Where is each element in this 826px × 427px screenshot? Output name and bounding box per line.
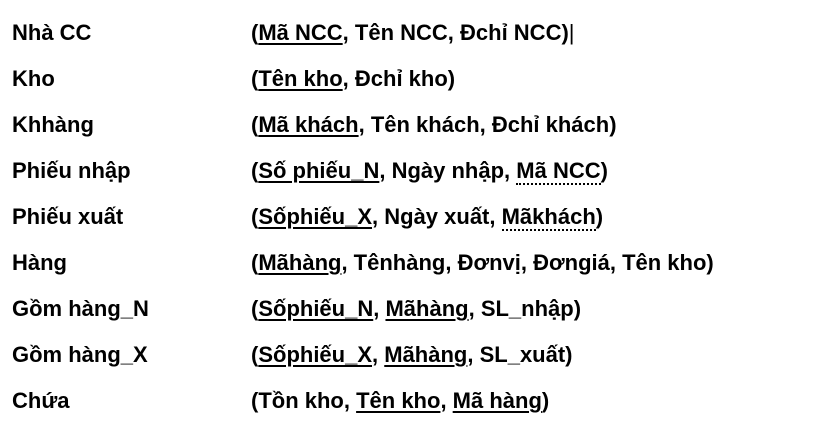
attribute-list: (Tồn kho, Tên kho, Mã hàng)	[251, 388, 549, 414]
relation-name: Phiếu xuất	[12, 204, 124, 229]
foreign-key-attribute: Mã NCC	[516, 158, 601, 185]
attribute-text: , SL_nhập)	[468, 296, 582, 321]
relation-row: Gồm hàng_N (Sốphiếu_N, Mãhàng, SL_nhập)	[0, 296, 826, 334]
relation-row: Chứa (Tồn kho, Tên kho, Mã hàng)	[0, 388, 826, 426]
relation-name: Hàng	[12, 250, 67, 275]
primary-key-attribute: Mãhàng	[384, 342, 468, 367]
attribute-list: (Sốphiếu_N, Mãhàng, SL_nhập)	[251, 296, 581, 322]
attribute-text: ,	[440, 388, 453, 413]
attribute-text: , Tênhàng, Đơnvị, Đơngiá, Tên kho)	[341, 250, 714, 275]
attribute-text: , SL_xuất)	[467, 342, 573, 367]
primary-key-attribute: Mãhàng	[385, 296, 469, 321]
attribute-list: (Tên kho, Đchỉ kho)	[251, 66, 455, 92]
foreign-key-attribute: Mãkhách	[501, 204, 596, 231]
primary-key-attribute: Mã hàng	[452, 388, 542, 413]
attribute-text: , Tên khách, Đchỉ khách)	[358, 112, 617, 137]
relation-name: Gồm hàng_X	[12, 342, 148, 367]
primary-key-attribute: Tên kho	[258, 66, 343, 91]
attribute-list: (Mã khách, Tên khách, Đchỉ khách)	[251, 112, 617, 138]
relation-row: Gồm hàng_X (Sốphiếu_X, Mãhàng, SL_xuất)	[0, 342, 826, 380]
attribute-text: )	[595, 204, 604, 229]
relation-row: Nhà CC (Mã NCC, Tên NCC, Đchỉ NCC)|	[0, 20, 826, 58]
relation-row: Phiếu xuất (Sốphiếu_X, Ngày xuất, Mãkhác…	[0, 204, 826, 242]
attribute-text: , Đchỉ kho)	[342, 66, 456, 91]
primary-key-attribute: Số phiếu_N	[258, 158, 380, 183]
primary-key-attribute: Mãhàng	[258, 250, 342, 275]
relation-row: Phiếu nhập (Số phiếu_N, Ngày nhập, Mã NC…	[0, 158, 826, 196]
attribute-list: (Số phiếu_N, Ngày nhập, Mã NCC)	[251, 158, 608, 185]
relation-name: Gồm hàng_N	[12, 296, 149, 321]
relation-row: Khhàng (Mã khách, Tên khách, Đchỉ khách)	[0, 112, 826, 150]
attribute-text: ,	[373, 296, 386, 321]
relation-row: Hàng (Mãhàng, Tênhàng, Đơnvị, Đơngiá, Tê…	[0, 250, 826, 288]
relational-schema: Nhà CC (Mã NCC, Tên NCC, Đchỉ NCC)| Kho …	[0, 0, 826, 427]
attribute-list: (Mãhàng, Tênhàng, Đơnvị, Đơngiá, Tên kho…	[251, 250, 714, 276]
attribute-text: )	[600, 158, 608, 183]
attribute-list: (Sốphiếu_X, Ngày xuất, Mãkhách)	[251, 204, 604, 231]
primary-key-attribute: Sốphiếu_X	[258, 342, 373, 367]
relation-name: Phiếu nhập	[12, 158, 131, 183]
attribute-text: , Ngày nhập,	[379, 158, 517, 183]
primary-key-attribute: Mã khách	[258, 112, 359, 137]
attribute-text: , Ngày xuất,	[372, 204, 502, 229]
text-cursor: |	[568, 20, 575, 45]
attribute-text: (Tồn kho,	[251, 388, 357, 413]
primary-key-attribute: Sốphiếu_X	[258, 204, 373, 229]
relation-name: Khhàng	[12, 112, 94, 137]
relation-row: Kho (Tên kho, Đchỉ kho)	[0, 66, 826, 104]
primary-key-attribute: Tên kho	[356, 388, 441, 413]
attribute-list: (Mã NCC, Tên NCC, Đchỉ NCC)|	[251, 20, 575, 46]
primary-key-attribute: Sốphiếu_N	[258, 296, 374, 321]
relation-name: Nhà CC	[12, 20, 92, 45]
primary-key-attribute: Mã NCC	[258, 20, 343, 45]
attribute-text: , Tên NCC, Đchỉ NCC)	[342, 20, 569, 45]
attribute-text: )	[541, 388, 550, 413]
attribute-list: (Sốphiếu_X, Mãhàng, SL_xuất)	[251, 342, 573, 368]
relation-name: Kho	[12, 66, 55, 91]
attribute-text: ,	[372, 342, 385, 367]
relation-name: Chứa	[12, 388, 70, 413]
